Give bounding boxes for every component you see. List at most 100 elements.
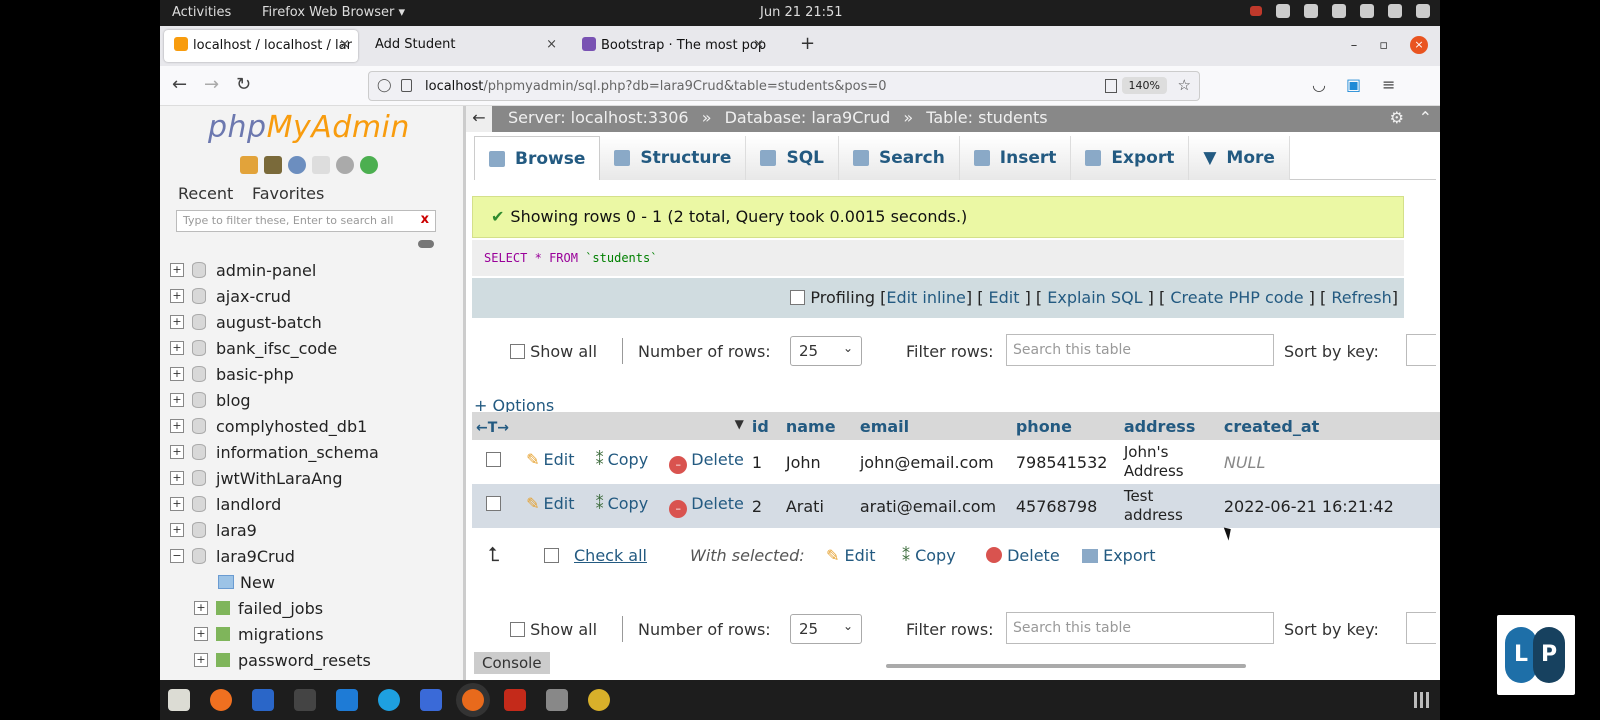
tab-bootstrap[interactable]: Bootstrap · The most pop × — [572, 30, 772, 62]
skype-app-icon[interactable] — [378, 689, 400, 711]
tab-structure[interactable]: Structure — [600, 136, 747, 180]
sql-query-box[interactable]: SELECT * FROM `students` — [472, 240, 1404, 276]
row-delete-button[interactable]: – Delete — [669, 494, 744, 518]
clear-filter-icon[interactable]: x — [421, 212, 429, 227]
close-window-button[interactable]: × — [1410, 36, 1428, 54]
console-toggle[interactable]: Console — [474, 652, 550, 674]
show-apps-icon[interactable] — [1414, 692, 1430, 708]
reload-nav-icon[interactable] — [360, 156, 378, 174]
sort-key-select[interactable] — [1406, 612, 1436, 644]
expand-icon[interactable]: + — [170, 419, 184, 433]
expand-icon[interactable]: + — [194, 653, 208, 667]
tab-more[interactable]: ▼ More — [1189, 136, 1290, 180]
check-all-checkbox[interactable] — [544, 548, 559, 563]
edit-inline-link[interactable]: Edit inline — [886, 288, 966, 307]
settings-icon[interactable] — [336, 156, 354, 174]
bulk-copy-button[interactable]: ⁑ Copy — [902, 546, 956, 565]
col-created-at[interactable]: created_at — [1219, 412, 1440, 440]
toggle-sidebar-icon[interactable]: ← — [466, 106, 492, 132]
filter-rows-input[interactable]: Search this table — [1006, 612, 1274, 644]
explain-sql-link[interactable]: Explain SQL — [1047, 288, 1142, 307]
row-checkbox[interactable] — [486, 452, 501, 467]
clock[interactable]: Jun 21 21:51 — [760, 5, 843, 20]
expand-icon[interactable]: + — [170, 341, 184, 355]
caret-down-icon[interactable]: ▼ — [735, 417, 744, 431]
maximize-button[interactable]: ▫ — [1379, 38, 1388, 53]
text-editor-app-icon[interactable] — [420, 689, 442, 711]
tab-browse[interactable]: Browse — [474, 136, 601, 180]
cell-id[interactable]: 1 — [747, 440, 782, 484]
bulk-edit-button[interactable]: ✎ Edit — [826, 546, 875, 565]
row-checkbox[interactable] — [486, 496, 501, 511]
col-phone[interactable]: phone — [1011, 412, 1120, 440]
chrome-app-icon[interactable] — [588, 689, 610, 711]
show-all-checkbox[interactable] — [510, 622, 525, 637]
check-all-link[interactable]: Check all — [574, 546, 647, 565]
writer-app-icon[interactable] — [252, 689, 274, 711]
cell-address[interactable]: Test address — [1119, 484, 1220, 528]
minimize-button[interactable]: – — [1351, 38, 1358, 53]
table-item[interactable]: + migrations — [194, 621, 324, 647]
breadcrumb-table[interactable]: Table: students — [926, 108, 1047, 127]
db-item[interactable]: + landlord — [170, 491, 281, 517]
row-copy-button[interactable]: ⁑ Copy — [596, 450, 649, 469]
tab-insert[interactable]: Insert — [959, 136, 1072, 180]
close-tab-icon[interactable]: × — [753, 37, 764, 52]
edit-link[interactable]: Edit — [989, 288, 1020, 307]
menu-icon[interactable]: ≡ — [1382, 75, 1395, 94]
sort-key-select[interactable] — [1406, 334, 1436, 366]
files-app-icon[interactable] — [168, 689, 190, 711]
expand-icon[interactable]: + — [170, 445, 184, 459]
col-email[interactable]: email — [855, 412, 1012, 440]
shield-icon[interactable]: ◯ — [377, 78, 392, 93]
filter-rows-input[interactable]: Search this table — [1006, 334, 1274, 366]
zoom-level[interactable]: 140% — [1121, 77, 1167, 94]
close-tab-icon[interactable]: × — [339, 37, 350, 52]
cell-id[interactable]: 2 — [747, 484, 782, 528]
bulk-delete-button[interactable]: Delete — [986, 546, 1060, 565]
rows-select[interactable]: 25 ⌄ — [790, 336, 862, 366]
db-item[interactable]: + basic-php — [170, 361, 294, 387]
extension-icon[interactable]: ▣ — [1346, 75, 1361, 94]
cell-email[interactable]: arati@email.com — [855, 484, 1012, 528]
db-item[interactable]: + ajax-crud — [170, 283, 291, 309]
vscode-app-icon[interactable] — [336, 689, 358, 711]
url-text[interactable]: localhost/phpmyadmin/sql.php?db=lara9Cru… — [425, 79, 887, 94]
pocket-icon[interactable]: ◡ — [1312, 75, 1326, 94]
back-icon[interactable]: ← — [172, 74, 187, 95]
db-item-lara9crud[interactable]: − lara9Crud — [170, 543, 295, 569]
refresh-link[interactable]: Refresh — [1331, 288, 1391, 307]
docs-icon[interactable] — [312, 156, 330, 174]
logout-icon[interactable] — [264, 156, 282, 174]
expand-icon[interactable]: + — [170, 523, 184, 537]
expand-icon[interactable]: + — [194, 601, 208, 615]
create-php-code-link[interactable]: Create PHP code — [1170, 288, 1303, 307]
new-table-link[interactable]: New — [218, 569, 275, 595]
new-tab-button[interactable]: + — [800, 33, 815, 54]
tab-favorites[interactable]: Favorites — [252, 184, 324, 203]
close-tab-icon[interactable]: × — [546, 37, 557, 52]
row-delete-button[interactable]: – Delete — [669, 450, 744, 474]
screenshot-app-icon[interactable] — [546, 689, 568, 711]
app-menu[interactable]: Firefox Web Browser ▾ — [262, 5, 405, 20]
tab-phpmyadmin[interactable]: localhost / localhost / lar × — [164, 30, 358, 62]
tab-sql[interactable]: SQL — [746, 136, 839, 180]
tab-export[interactable]: Export — [1071, 136, 1190, 180]
col-id[interactable]: id — [747, 412, 782, 440]
expand-icon[interactable]: + — [170, 315, 184, 329]
horizontal-scrollbar[interactable] — [886, 664, 1246, 668]
breadcrumb-server[interactable]: Server: localhost:3306 — [508, 108, 689, 127]
cell-name[interactable]: John — [781, 440, 856, 484]
row-edit-button[interactable]: ✎ Edit — [526, 494, 574, 513]
terminal-app-icon[interactable] — [294, 689, 316, 711]
db-item[interactable]: + information_schema — [170, 439, 379, 465]
db-item[interactable]: + blog — [170, 387, 251, 413]
db-item[interactable]: + bank_ifsc_code — [170, 335, 337, 361]
db-item[interactable]: + august-batch — [170, 309, 322, 335]
cell-phone[interactable]: 798541532 — [1011, 440, 1120, 484]
bookmark-star-icon[interactable]: ☆ — [1178, 76, 1191, 94]
expand-icon[interactable]: + — [170, 497, 184, 511]
forward-icon[interactable]: → — [204, 74, 219, 95]
row-edit-button[interactable]: ✎ Edit — [526, 450, 574, 469]
expand-icon[interactable]: + — [194, 627, 208, 641]
